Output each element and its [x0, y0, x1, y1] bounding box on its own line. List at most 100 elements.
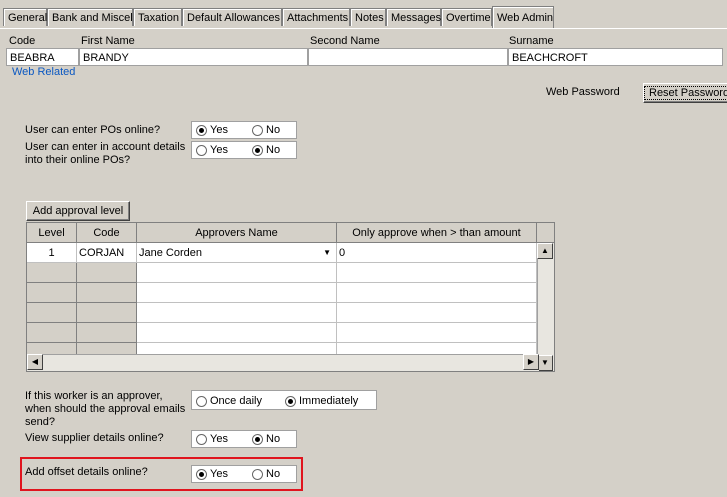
code-cell[interactable]: CORJAN [77, 243, 137, 263]
tab-label: Default Allowances [187, 12, 280, 24]
column-header-level[interactable]: Level [27, 223, 77, 243]
offset-details-no[interactable]: No [252, 468, 280, 480]
code-label: Code [9, 35, 36, 47]
no-label: No [266, 433, 281, 445]
horizontal-scrollbar[interactable]: ◀ ▶ [27, 354, 539, 371]
no-label: No [266, 468, 281, 480]
table-row[interactable] [27, 283, 537, 303]
approver-email-question-line2: when should the approval emails [25, 403, 186, 415]
tab-label: General [8, 12, 48, 24]
column-header-approvers-name[interactable]: Approvers Name [137, 223, 337, 243]
tab-messages[interactable]: Messages [386, 8, 441, 26]
empty-cell[interactable] [137, 263, 337, 283]
table-row[interactable] [27, 263, 537, 283]
table-row[interactable] [27, 303, 537, 323]
approver-email-radio-group: Once daily Immediately [191, 390, 377, 410]
yes-label: Yes [210, 433, 228, 445]
approver-email-once-daily[interactable]: Once daily [196, 395, 262, 407]
supplier-details-no[interactable]: No [252, 433, 280, 445]
offset-details-yes[interactable]: Yes [196, 468, 228, 480]
yes-label: Yes [210, 124, 228, 136]
table-row[interactable] [27, 323, 537, 343]
code-field[interactable]: BEABRA [6, 48, 79, 66]
scroll-up-icon[interactable]: ▲ [537, 243, 553, 259]
tab-general[interactable]: General [3, 8, 47, 26]
account-details-yes[interactable]: Yes [196, 144, 228, 156]
tab-bank-and-miscel[interactable]: Bank and Miscel [47, 8, 133, 26]
empty-cell[interactable] [137, 323, 337, 343]
radio-icon [196, 395, 207, 407]
tab-divider [0, 28, 727, 29]
supplier-details-radio-group: Yes No [191, 430, 297, 448]
dropdown-arrow-icon[interactable]: ▼ [323, 243, 331, 263]
yes-label: Yes [210, 468, 228, 480]
column-header-amount[interactable]: Only approve when > than amount [337, 223, 537, 243]
vertical-scrollbar[interactable]: ▲ ▼ [537, 243, 554, 371]
radio-selected-icon [252, 144, 263, 156]
table-row[interactable]: 1 CORJAN Jane Corden ▼ 0 [27, 243, 537, 263]
amount-cell[interactable]: 0 [337, 243, 537, 263]
empty-cell[interactable] [337, 323, 537, 343]
empty-cell[interactable] [337, 303, 537, 323]
level-cell[interactable]: 1 [27, 243, 77, 263]
reset-password-label: Reset Password [644, 86, 727, 100]
reset-password-button[interactable]: Reset Password [643, 83, 727, 103]
radio-icon [196, 144, 207, 156]
empty-cell[interactable] [137, 303, 337, 323]
yes-label: Yes [210, 144, 228, 156]
tab-overtime[interactable]: Overtime [441, 8, 492, 26]
tab-label: Bank and Miscel [52, 12, 133, 24]
empty-cell[interactable] [337, 263, 537, 283]
approval-table: Level Code Approvers Name Only approve w… [26, 222, 555, 372]
row-header-cell [27, 283, 77, 303]
radio-icon [252, 124, 263, 136]
po-online-no[interactable]: No [252, 124, 280, 136]
surname-label: Surname [509, 35, 554, 47]
first-name-field[interactable]: BRANDY [79, 48, 308, 66]
surname-field[interactable]: BEACHCROFT [508, 48, 723, 66]
approver-email-question-line1: If this worker is an approver, [25, 390, 163, 402]
add-approval-level-button[interactable]: Add approval level [26, 201, 130, 221]
tab-label: Notes [355, 12, 384, 24]
offset-details-radio-group: Yes No [191, 465, 297, 483]
supplier-details-yes[interactable]: Yes [196, 433, 228, 445]
account-details-no[interactable]: No [252, 144, 280, 156]
tab-label: Messages [391, 12, 442, 24]
scroll-down-icon[interactable]: ▼ [537, 355, 553, 371]
approver-email-immediately[interactable]: Immediately [285, 395, 358, 407]
tab-default-allowances[interactable]: Default Allowances [182, 8, 282, 26]
empty-cell[interactable] [137, 283, 337, 303]
tab-bar: General Bank and Miscel Taxation Default… [3, 6, 727, 28]
radio-selected-icon [252, 433, 263, 445]
tab-label: Taxation [138, 12, 179, 24]
account-details-radio-group: Yes No [191, 141, 297, 159]
first-name-label: First Name [81, 35, 135, 47]
approver-name-value: Jane Corden [139, 247, 202, 259]
radio-selected-icon [285, 395, 296, 407]
tab-taxation[interactable]: Taxation [133, 8, 182, 26]
po-online-yes[interactable]: Yes [196, 124, 228, 136]
radio-selected-icon [196, 468, 207, 480]
immediately-label: Immediately [299, 395, 359, 407]
no-label: No [266, 144, 281, 156]
empty-cell[interactable] [337, 283, 537, 303]
tab-attachments[interactable]: Attachments [282, 8, 350, 26]
approver-email-question-line3: send? [25, 416, 55, 428]
approver-name-cell[interactable]: Jane Corden ▼ [137, 243, 337, 263]
radio-selected-icon [196, 124, 207, 136]
radio-icon [252, 468, 263, 480]
scroll-right-icon[interactable]: ▶ [523, 354, 539, 370]
tab-web-admin[interactable]: Web Admin [492, 6, 554, 28]
column-header-code[interactable]: Code [77, 223, 137, 243]
tab-notes[interactable]: Notes [350, 8, 386, 26]
row-header-cell [77, 263, 137, 283]
account-details-question-line1: User can enter in account details [25, 141, 186, 153]
table-corner [537, 223, 554, 243]
second-name-field[interactable] [308, 48, 508, 66]
po-online-question: User can enter POs online? [25, 124, 161, 136]
offset-details-question: Add offset details online? [25, 466, 148, 478]
row-header-cell [27, 263, 77, 283]
supplier-details-question: View supplier details online? [25, 432, 164, 444]
scroll-left-icon[interactable]: ◀ [27, 354, 43, 370]
row-header-cell [77, 303, 137, 323]
